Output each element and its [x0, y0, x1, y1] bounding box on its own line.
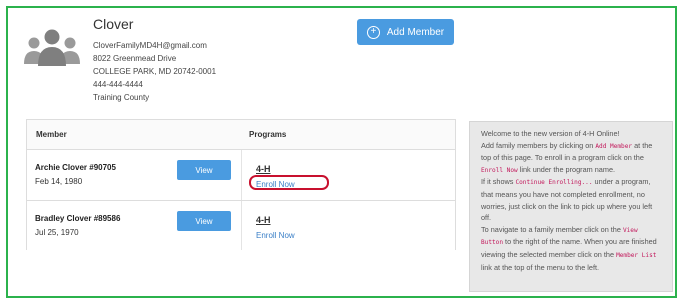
table-header: Member Programs — [27, 120, 455, 150]
family-email: CloverFamilyMD4H@gmail.com — [93, 41, 207, 50]
code-continue-enrolling: Continue Enrolling... — [515, 179, 593, 187]
program-link[interactable]: 4-H — [256, 164, 271, 174]
help-text: link at the top of the menu to the left. — [481, 262, 600, 272]
help-text: If it shows — [481, 177, 516, 187]
plus-circle-icon: + — [366, 25, 380, 39]
column-header-member: Member — [36, 130, 67, 139]
family-address-line2: COLLEGE PARK, MD 20742-0001 — [93, 67, 217, 76]
help-text: Add family members by clicking on — [481, 140, 596, 150]
table-row: Archie Clover #90705 Feb 14, 1980 View 4… — [27, 150, 455, 201]
family-county: Training County — [93, 93, 150, 102]
help-text: To navigate to a family member click on … — [481, 224, 623, 234]
help-continue-paragraph: If it shows Continue Enrolling... under … — [481, 176, 663, 223]
member-name: Bradley Clover #89586 — [35, 214, 121, 223]
column-header-programs: Programs — [249, 130, 287, 139]
member-birthdate: Feb 14, 1980 — [35, 177, 83, 186]
help-text: link under the program name. — [517, 164, 616, 174]
view-member-button[interactable]: View — [177, 211, 231, 231]
enroll-now-link[interactable]: Enroll Now — [256, 231, 295, 240]
help-navigate-paragraph: To navigate to a family member click on … — [481, 224, 663, 273]
family-details: CloverFamilyMD4H@gmail.com 8022 Greenmea… — [93, 39, 216, 104]
view-member-button[interactable]: View — [177, 160, 231, 180]
member-name: Archie Clover #90705 — [35, 163, 116, 172]
family-avatar-icon — [22, 26, 82, 66]
help-add-paragraph: Add family members by clicking on Add Me… — [481, 140, 663, 177]
member-table: Member Programs Archie Clover #90705 Feb… — [26, 119, 456, 250]
code-member-list: Member List — [616, 251, 657, 259]
code-enroll-now: Enroll Now — [481, 166, 518, 174]
program-link[interactable]: 4-H — [256, 215, 271, 225]
help-welcome: Welcome to the new version of 4-H Online… — [481, 129, 620, 138]
help-panel: Welcome to the new version of 4-H Online… — [469, 121, 673, 292]
code-add-member: Add Member — [595, 142, 633, 150]
table-row: Bradley Clover #89586 Jul 25, 1970 View … — [27, 201, 455, 250]
family-name: Clover — [93, 16, 134, 32]
highlight-ring — [249, 175, 329, 190]
member-birthdate: Jul 25, 1970 — [35, 228, 79, 237]
family-phone: 444-444-4444 — [93, 80, 143, 89]
add-member-button[interactable]: + Add Member — [357, 19, 454, 45]
add-member-label: Add Member — [386, 26, 445, 38]
family-address-line1: 8022 Greenmead Drive — [93, 54, 177, 63]
